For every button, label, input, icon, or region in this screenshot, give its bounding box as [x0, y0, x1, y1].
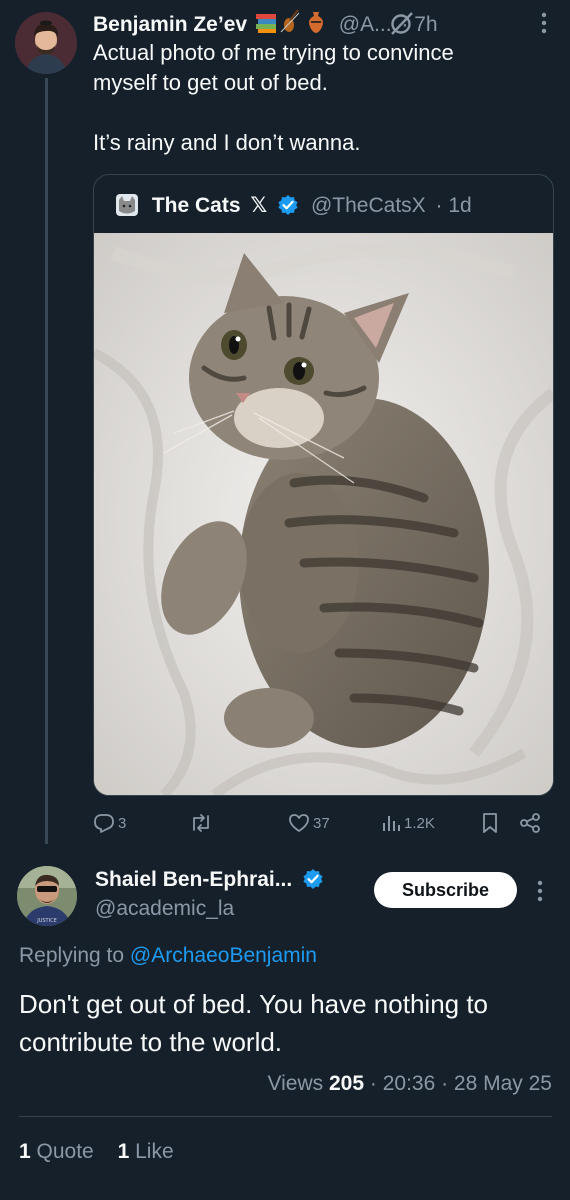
- reply-text: Don't get out of bed. You have nothing t…: [19, 989, 489, 1057]
- replying-to-mention[interactable]: @ArchaeoBenjamin: [130, 944, 317, 967]
- repost-icon: [193, 814, 209, 832]
- views-label: Views: [267, 1072, 324, 1095]
- cat-photo-illustration: [94, 233, 553, 795]
- svg-text:JUSTICE: JUSTICE: [36, 918, 57, 924]
- books-emoji-icon: [255, 14, 276, 33]
- like-action[interactable]: 37: [288, 806, 330, 840]
- reply-author-name-row: Shaiel Ben-Ephrai...: [95, 866, 324, 894]
- quoted-author-handle[interactable]: @TheCatsX: [311, 194, 426, 217]
- quoted-author-name[interactable]: The Cats: [152, 194, 241, 217]
- divider: [19, 1116, 552, 1117]
- repost-action[interactable]: [189, 806, 216, 840]
- reply-icon: [94, 814, 114, 833]
- cat-face-icon: [119, 196, 135, 214]
- quote-label: Quote: [36, 1140, 94, 1163]
- share-icon: [520, 813, 540, 833]
- views-action[interactable]: 1.2K: [381, 806, 435, 840]
- quoted-tweet-card[interactable]: The Cats 𝕏 @TheCatsX · 1d: [93, 174, 554, 796]
- affiliation-x-badge: 𝕏: [250, 194, 268, 217]
- like-stat-count: 1: [117, 1140, 130, 1163]
- views-count: 1.2K: [404, 814, 435, 832]
- quoted-post-time: · 1d: [435, 194, 472, 217]
- like-count: 37: [313, 814, 330, 832]
- tweet-text: Actual photo of me trying to convince my…: [93, 40, 454, 155]
- reply-author-handle[interactable]: @academic_la: [95, 895, 234, 923]
- tweet-header: Benjamin Ze’ev @A... · 7h: [93, 8, 553, 38]
- reply-meta: Views 205 · 20:36 · 28 May 25: [268, 1069, 552, 1099]
- cat-photo[interactable]: [94, 233, 553, 795]
- analytics-icon: [383, 816, 400, 831]
- amphora-emoji-icon: [309, 12, 323, 33]
- thread-connector-line: [45, 78, 48, 844]
- author-handle[interactable]: @A...: [339, 13, 392, 36]
- reply-avatar-illustration: JUSTICE: [17, 866, 77, 926]
- tweet-detail-screen: Benjamin Ze’ev @A... · 7h Actual photo o…: [0, 0, 570, 1200]
- verified-badge-icon: [302, 868, 324, 898]
- more-options-icon[interactable]: [540, 10, 548, 36]
- avatar-illustration: [15, 12, 77, 74]
- quote-stat[interactable]: 1 Quote: [19, 1140, 94, 1163]
- replying-to-prefix: Replying to: [19, 944, 130, 967]
- more-options-icon[interactable]: [536, 878, 544, 904]
- reply-timestamp: · 20:36 · 28 May 25: [369, 1072, 552, 1095]
- share-action[interactable]: [518, 806, 542, 840]
- bookmark-action[interactable]: [480, 806, 500, 840]
- like-stat[interactable]: 1 Like: [118, 1140, 174, 1163]
- heart-icon: [289, 814, 309, 832]
- quoted-author-avatar[interactable]: [116, 194, 138, 216]
- author-name[interactable]: Benjamin Ze’ev: [93, 13, 247, 36]
- reply-author-avatar[interactable]: JUSTICE: [17, 866, 77, 926]
- quoted-tweet-header: The Cats 𝕏 @TheCatsX · 1d: [116, 191, 472, 221]
- reply-count: 3: [118, 814, 127, 832]
- violin-emoji-icon: [280, 9, 300, 33]
- subscribe-button[interactable]: Subscribe: [374, 872, 517, 908]
- verified-badge-icon: [277, 194, 299, 225]
- reply-author-name[interactable]: Shaiel Ben-Ephrai...: [95, 868, 292, 891]
- quote-count: 1: [19, 1140, 31, 1163]
- author-avatar[interactable]: [15, 12, 77, 74]
- reply-views-count: 205: [329, 1072, 365, 1095]
- like-label: Like: [135, 1140, 174, 1163]
- bookmark-icon: [483, 813, 497, 833]
- grok-icon[interactable]: [388, 8, 416, 38]
- engagement-stats: 1 Quote 1 Like: [19, 1137, 174, 1167]
- replying-to-line: Replying to @ArchaeoBenjamin: [19, 941, 317, 971]
- reply-action[interactable]: 3: [93, 806, 126, 840]
